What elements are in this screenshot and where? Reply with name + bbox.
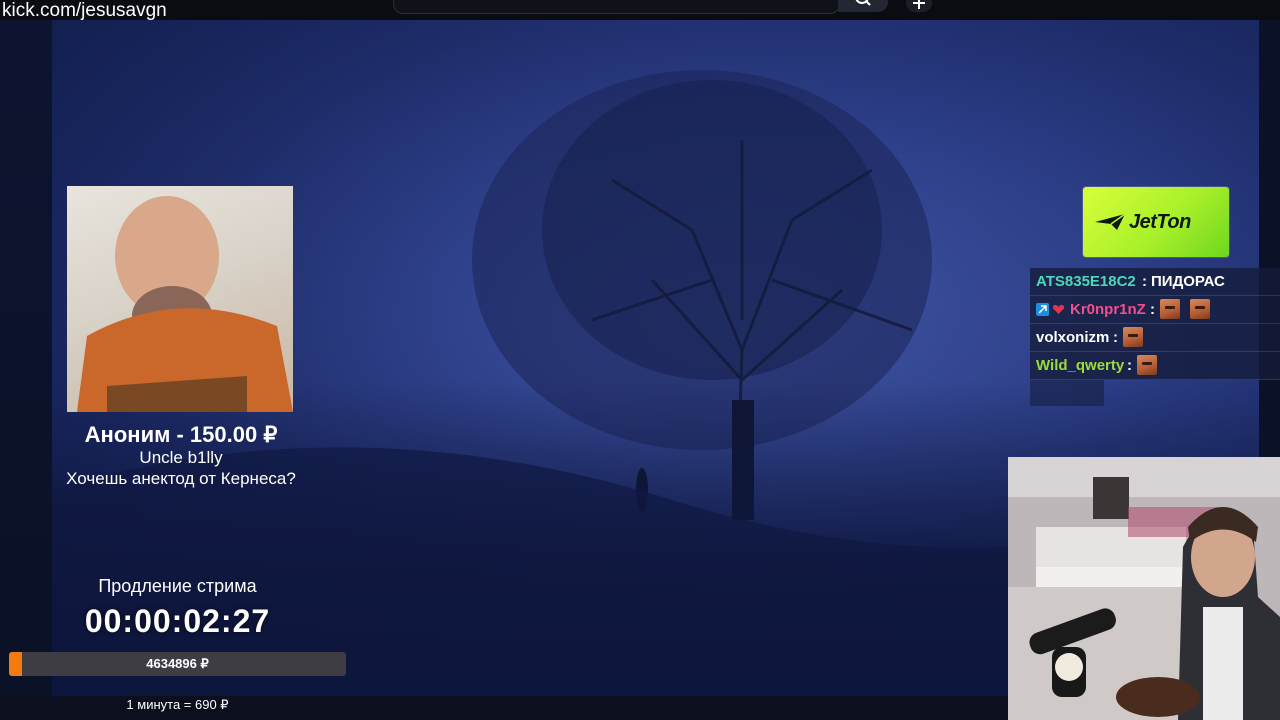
- donor-portrait: [77, 196, 293, 412]
- chat-separator: :: [1142, 273, 1147, 290]
- chat-empty-row: [1030, 380, 1104, 406]
- chat-message: Kr0npr1nZ :: [1030, 296, 1280, 324]
- chat-separator: :: [1127, 357, 1132, 374]
- sponsor-banner[interactable]: JetTon: [1083, 187, 1229, 257]
- streamer-webcam: [1008, 457, 1280, 720]
- channel-url: kick.com/jesusavgn: [2, 0, 167, 21]
- extension-rate: 1 минута = 690 ₽: [126, 697, 229, 712]
- emote-icon: [1123, 327, 1143, 347]
- chat-username[interactable]: ATS835E18C2: [1036, 268, 1136, 295]
- top-search-input[interactable]: [393, 0, 840, 14]
- emote-icon: [1160, 299, 1180, 319]
- right-margin: [1259, 20, 1280, 460]
- sponsor-name: JetTon: [1129, 211, 1191, 233]
- chat-username[interactable]: volxonizm: [1036, 324, 1109, 351]
- extension-progress-bar: 4634896 ₽: [9, 652, 346, 676]
- chat-separator: :: [1113, 329, 1118, 346]
- donation-message: Хочешь анектод от Кернеса?: [66, 469, 296, 488]
- chat-message: Wild_qwerty :: [1030, 352, 1280, 380]
- chat-username[interactable]: Wild_qwerty: [1036, 352, 1124, 379]
- left-margin: [0, 20, 52, 720]
- paper-plane-logo-icon: [1095, 213, 1126, 230]
- extension-timer: 00:00:02:27: [84, 603, 271, 639]
- chat-username[interactable]: Kr0npr1nZ: [1070, 296, 1146, 323]
- emote-icon: [1137, 355, 1157, 375]
- chat-separator: :: [1150, 301, 1155, 318]
- chat-text: ПИДОРАС: [1151, 273, 1225, 290]
- chat-message: ATS835E18C2 : ПИДОРАС: [1030, 268, 1280, 296]
- top-search-button[interactable]: [838, 0, 888, 12]
- emote-icon: [1190, 299, 1210, 319]
- heart-badge-icon: [1052, 304, 1065, 314]
- webcam-feed: [1008, 457, 1280, 720]
- donation-amount: Аноним - 150.00 ₽: [84, 422, 278, 447]
- extension-total: 4634896 ₽: [146, 656, 209, 671]
- top-add-button[interactable]: [906, 0, 932, 12]
- chat-badge-icon: [1036, 303, 1049, 316]
- plus-icon: [913, 0, 925, 9]
- donor-name: Uncle b1lly: [139, 448, 223, 467]
- extension-title: Продление стрима: [98, 576, 257, 596]
- chat-message: volxonizm :: [1030, 324, 1280, 352]
- donor-image: [67, 186, 293, 412]
- search-icon: [855, 0, 871, 6]
- browser-top-bar: [0, 0, 1280, 20]
